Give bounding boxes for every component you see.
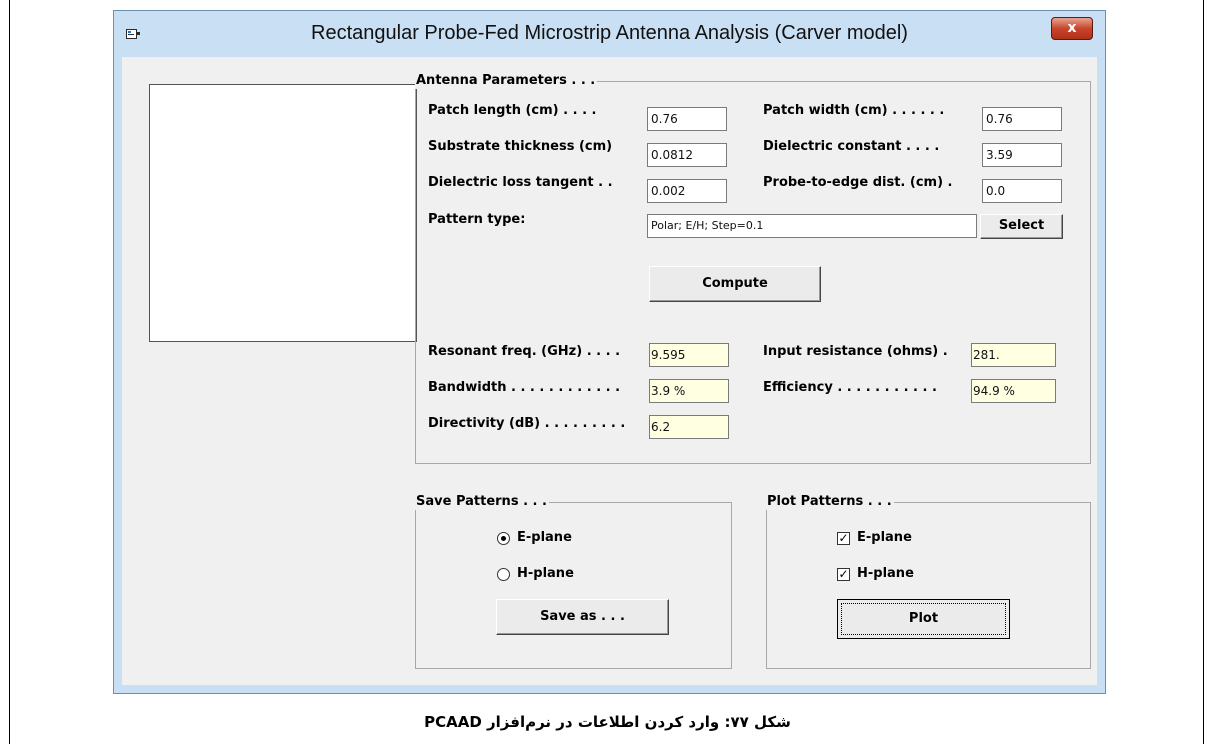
application-window: Rectangular Probe-Fed Microstrip Antenna…: [113, 10, 1106, 694]
dielectric-constant-label: Dielectric constant . . . .: [763, 139, 940, 154]
antenna-parameters-group: Antenna Parameters . . . Patch length (c…: [415, 73, 1091, 464]
save-e-plane-label[interactable]: E-plane: [517, 530, 572, 546]
plot-patterns-title: Plot Patterns . . .: [766, 494, 894, 510]
bandwidth-output: 3.9 %: [649, 379, 729, 403]
window-client-area: Antenna Parameters . . . Patch length (c…: [122, 57, 1097, 685]
plot-e-plane-checkbox[interactable]: ✓: [837, 532, 850, 545]
window-title: Rectangular Probe-Fed Microstrip Antenna…: [311, 22, 908, 44]
resonant-freq-label: Resonant freq. (GHz) . . . .: [428, 344, 621, 359]
save-patterns-title: Save Patterns . . .: [415, 494, 549, 510]
checkmark-icon: ✓: [838, 531, 849, 545]
pattern-type-label: Pattern type:: [428, 212, 526, 227]
directivity-output: 6.2: [649, 415, 729, 439]
probe-edge-input[interactable]: 0.0: [982, 179, 1062, 203]
bandwidth-label: Bandwidth . . . . . . . . . . . .: [428, 380, 621, 395]
directivity-label: Directivity (dB) . . . . . . . . .: [428, 416, 626, 431]
patch-length-label: Patch length (cm) . . . .: [428, 103, 597, 118]
focus-ring: [841, 603, 1006, 635]
save-h-plane-label[interactable]: H-plane: [517, 566, 574, 582]
plot-button[interactable]: Plot: [837, 599, 1010, 639]
efficiency-label: Efficiency . . . . . . . . . . .: [763, 380, 937, 395]
loss-tangent-input[interactable]: 0.002: [647, 179, 727, 203]
substrate-thickness-label: Substrate thickness (cm): [428, 139, 613, 154]
efficiency-output: 94.9 %: [971, 379, 1056, 403]
input-resistance-output: 281.: [971, 343, 1056, 367]
substrate-thickness-input[interactable]: 0.0812: [647, 143, 727, 167]
patch-width-label: Patch width (cm) . . . . . .: [763, 103, 945, 118]
patch-length-input[interactable]: 0.76: [647, 107, 727, 131]
save-as-button[interactable]: Save as . . .: [496, 599, 669, 635]
loss-tangent-label: Dielectric loss tangent . .: [428, 175, 613, 190]
save-h-plane-radio[interactable]: [497, 568, 510, 581]
pattern-preview-box: [149, 84, 417, 342]
pattern-type-field[interactable]: Polar; E/H; Step=0.1: [647, 214, 977, 238]
save-e-plane-radio[interactable]: [497, 532, 510, 545]
checkmark-icon: ✓: [838, 567, 849, 581]
save-patterns-group: Save Patterns . . . E-plane H-plane Save…: [415, 494, 732, 669]
patch-width-input[interactable]: 0.76: [982, 107, 1062, 131]
radio-selected-dot: [501, 536, 506, 541]
antenna-parameters-title: Antenna Parameters . . .: [415, 73, 598, 89]
probe-edge-label: Probe-to-edge dist. (cm) .: [763, 175, 953, 190]
close-icon: x: [1067, 20, 1077, 36]
resonant-freq-output: 9.595: [649, 343, 729, 367]
title-bar[interactable]: Rectangular Probe-Fed Microstrip Antenna…: [114, 11, 1105, 57]
compute-button[interactable]: Compute: [649, 266, 821, 302]
plot-e-plane-label[interactable]: E-plane: [857, 530, 912, 546]
dielectric-constant-input[interactable]: 3.59: [982, 143, 1062, 167]
select-button[interactable]: Select: [980, 214, 1063, 239]
close-button[interactable]: x: [1051, 17, 1093, 40]
plot-patterns-group: Plot Patterns . . . ✓ E-plane ✓ H-plane …: [766, 494, 1091, 669]
plot-h-plane-label[interactable]: H-plane: [857, 566, 914, 582]
input-resistance-label: Input resistance (ohms) .: [763, 344, 948, 359]
plot-h-plane-checkbox[interactable]: ✓: [837, 568, 850, 581]
figure-caption: شکل ۷۷: وارد کردن اطلاعات در نرم‌افزار P…: [424, 713, 791, 731]
